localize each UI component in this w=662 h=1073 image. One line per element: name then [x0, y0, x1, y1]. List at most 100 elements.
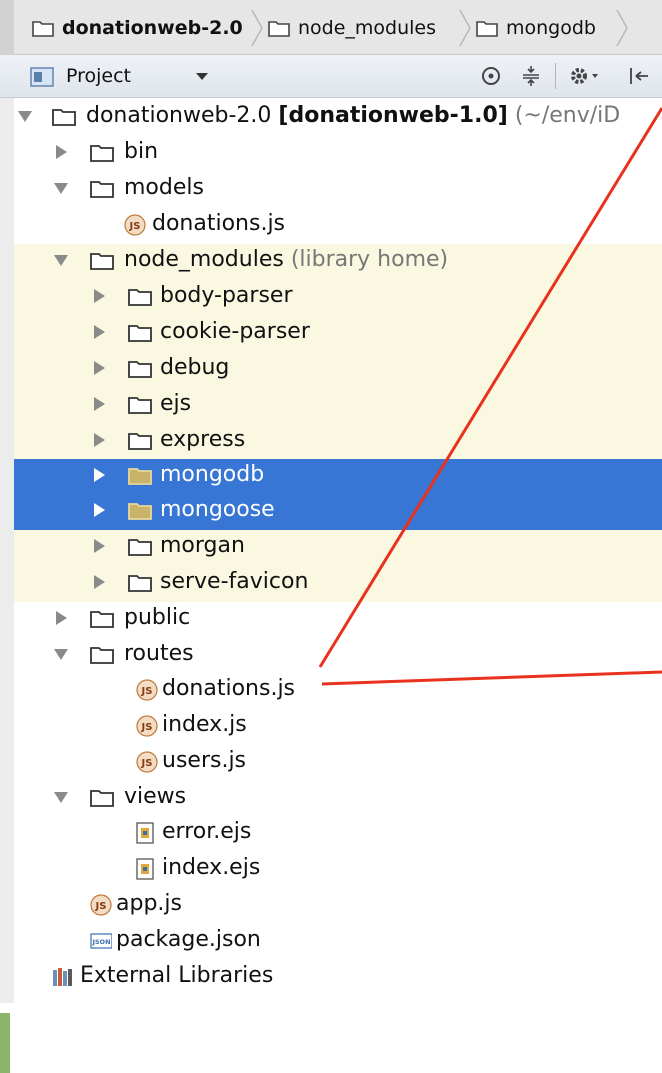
node-modules-name: node_modules [124, 247, 284, 272]
folder-icon [128, 361, 152, 378]
folder-icon [52, 109, 76, 126]
collapsed-arrow-icon[interactable] [92, 361, 106, 375]
expanded-arrow-icon[interactable] [54, 253, 68, 267]
tree-label-lib: morgan [160, 533, 245, 558]
folder-icon [128, 575, 152, 592]
collapsed-arrow-icon[interactable] [92, 468, 106, 482]
tree-row-bin[interactable]: bin [14, 136, 662, 172]
gutter-marker [0, 1013, 10, 1073]
folder-icon [128, 539, 152, 556]
tree-row-lib[interactable]: cookie-parser [14, 316, 662, 352]
tree-label-lib: mongoose [160, 497, 275, 522]
collapsed-arrow-icon[interactable] [54, 611, 68, 625]
chevron-down-icon[interactable] [196, 73, 208, 81]
tree-row-lib[interactable]: ejs [14, 388, 662, 424]
navigation-bar: donationweb-2.0 node_modules mongodb [0, 0, 662, 55]
breadcrumb-mongodb[interactable]: mongodb [476, 14, 596, 42]
json-badge-text: JSON [91, 938, 110, 946]
tree-row-root[interactable]: donationweb-2.0 [donationweb-1.0] (~/env… [14, 100, 662, 136]
collapsed-arrow-icon[interactable] [92, 289, 106, 303]
folder-icon [476, 21, 498, 37]
tree-label-app-js: app.js [116, 891, 182, 916]
tree-row-external-libraries[interactable]: External Libraries [14, 960, 662, 996]
tree-row-public[interactable]: public [14, 602, 662, 638]
expanded-arrow-icon[interactable] [18, 109, 32, 123]
breadcrumb-project[interactable]: donationweb-2.0 [32, 14, 243, 42]
expanded-arrow-icon[interactable] [54, 181, 68, 195]
tree-label-lib: cookie-parser [160, 319, 310, 344]
breadcrumb-node-modules[interactable]: node_modules [268, 14, 436, 42]
js-file-icon: JS [90, 894, 112, 916]
js-file-icon: JS [124, 214, 146, 236]
breadcrumb-mongodb-label: mongodb [506, 17, 596, 39]
tree-row-routes-file[interactable]: JS index.js [14, 709, 662, 745]
collapsed-arrow-icon[interactable] [92, 397, 106, 411]
tree-row-routes[interactable]: routes [14, 638, 662, 674]
breadcrumb-separator-icon [251, 9, 263, 47]
tree-label-lib: ejs [160, 391, 192, 416]
js-file-icon: JS [136, 679, 158, 701]
tree-row-views-file[interactable]: error.ejs [14, 816, 662, 852]
tree-row-views-file[interactable]: index.ejs [14, 852, 662, 888]
js-badge-text: JS [95, 901, 107, 912]
breadcrumb-project-label: donationweb-2.0 [62, 17, 243, 39]
tree-label-lib: serve-favicon [160, 569, 309, 594]
project-view-label[interactable]: Project [66, 65, 131, 87]
tree-row-lib[interactable]: debug [14, 352, 662, 388]
folder-icon [128, 325, 152, 342]
gear-icon[interactable] [568, 65, 602, 87]
js-badge-text: JS [129, 221, 141, 232]
tree-row-models[interactable]: models [14, 172, 662, 208]
collapsed-arrow-icon[interactable] [92, 325, 106, 339]
tree-row-views[interactable]: views [14, 781, 662, 817]
js-badge-text: JS [141, 686, 153, 697]
collapsed-arrow-icon[interactable] [92, 575, 106, 589]
collapsed-arrow-icon[interactable] [92, 433, 106, 447]
js-badge-text: JS [141, 722, 153, 733]
tree-row-lib-selected[interactable]: mongoose [14, 494, 662, 530]
collapsed-arrow-icon[interactable] [92, 539, 106, 553]
folder-icon [128, 468, 152, 485]
tree-row-package-json[interactable]: JSON package.json [14, 924, 662, 960]
breadcrumb-node-modules-label: node_modules [298, 17, 437, 39]
expanded-arrow-icon[interactable] [54, 647, 68, 661]
collapsed-arrow-icon[interactable] [54, 145, 68, 159]
tree-row-routes-file[interactable]: JS donations.js [14, 673, 662, 709]
project-toolbar: Project [0, 55, 662, 98]
tree-label-routes-file: donations.js [162, 676, 296, 701]
folder-icon [128, 397, 152, 414]
node-modules-note: (library home) [290, 247, 449, 272]
root-path: (~/env/iD [514, 103, 621, 128]
tree-row-lib[interactable]: morgan [14, 530, 662, 566]
hide-panel-icon[interactable] [627, 65, 649, 87]
tree-label-models: models [124, 175, 204, 200]
tree-row-models-donations[interactable]: JS donations.js [14, 208, 662, 244]
tree-row-lib[interactable]: body-parser [14, 280, 662, 316]
tree-label-routes-file: index.js [162, 712, 247, 737]
toolbar-divider [555, 63, 556, 89]
json-file-icon: JSON [90, 933, 112, 949]
tree-label-external-libraries: External Libraries [80, 963, 274, 988]
tree-label-lib: express [160, 427, 246, 452]
root-name: donationweb-2.0 [86, 103, 272, 128]
collapsed-arrow-icon[interactable] [92, 503, 106, 517]
tree-row-routes-file[interactable]: JS users.js [14, 745, 662, 781]
scroll-from-source-icon[interactable] [480, 65, 502, 87]
tree-row-lib[interactable]: express [14, 424, 662, 460]
tree-root-label: donationweb-2.0 [donationweb-1.0] (~/env… [86, 103, 620, 128]
tree-row-node-modules[interactable]: node_modules (library home) [14, 244, 662, 280]
tree-label-routes: routes [124, 641, 194, 666]
breadcrumb-separator-icon [616, 9, 628, 47]
project-view-icon [30, 67, 54, 87]
tree-label-package-json: package.json [116, 927, 261, 952]
folder-icon [90, 181, 114, 198]
tree-row-app-js[interactable]: JS app.js [14, 888, 662, 924]
tree-label-lib: body-parser [160, 283, 293, 308]
breadcrumb-separator-icon [459, 9, 471, 47]
library-icon [53, 968, 72, 986]
folder-icon [90, 790, 114, 807]
expanded-arrow-icon[interactable] [54, 790, 68, 804]
tree-row-lib-selected[interactable]: mongodb [14, 459, 662, 495]
collapse-all-icon[interactable] [520, 64, 542, 88]
tree-row-lib[interactable]: serve-favicon [14, 566, 662, 602]
